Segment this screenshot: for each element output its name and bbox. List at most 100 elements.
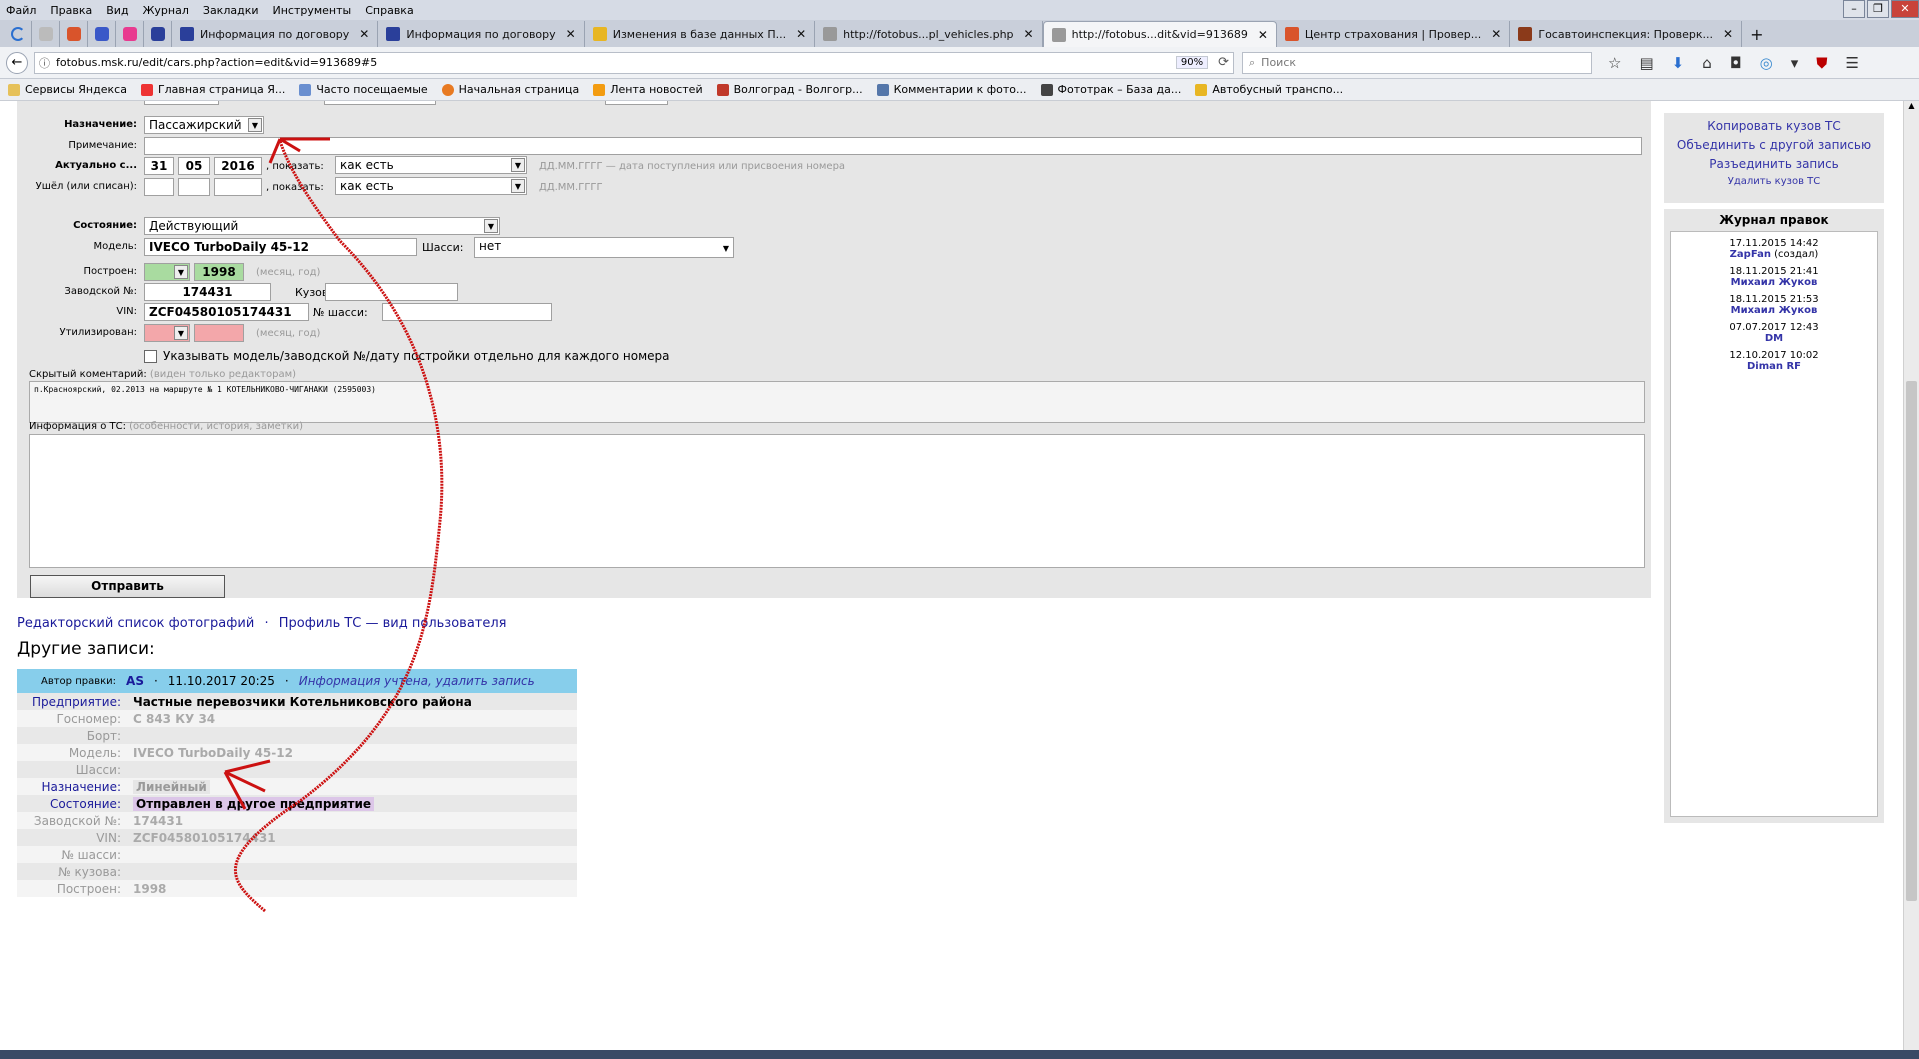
home-icon[interactable]: ⌂ <box>1702 54 1712 72</box>
bookmark-yandex-services[interactable]: Сервисы Яндекса <box>8 83 127 96</box>
tab-gibdd[interactable]: Госавтоинспекция: Проверк... ✕ <box>1510 21 1743 47</box>
utilized-month-select[interactable]: ▼ <box>144 324 190 342</box>
chevron-down-icon: ▼ <box>484 219 498 233</box>
copy-body-link[interactable]: Копировать кузов ТС <box>1664 119 1884 133</box>
purpose-select[interactable]: Пассажирский ▼ <box>144 116 264 134</box>
bookmark-volgograd[interactable]: Волгоград - Волгогр... <box>716 83 863 96</box>
bookmark-comments[interactable]: Комментарии к фото... <box>876 83 1027 96</box>
photo-list-link[interactable]: Редакторский список фотографий <box>17 616 254 631</box>
pinned-tab-6[interactable] <box>144 21 172 47</box>
menu-file[interactable]: Файл <box>6 4 36 17</box>
journal-user-link[interactable]: Diman RF <box>1747 361 1801 372</box>
tab-insurance[interactable]: Центр страхования | Провер... ✕ <box>1277 21 1511 47</box>
note-input[interactable] <box>144 137 1642 155</box>
actual-day-input[interactable]: 31 <box>144 157 174 175</box>
scrollbar-thumb[interactable] <box>1906 381 1917 901</box>
delete-body-link[interactable]: Удалить кузов ТС <box>1664 176 1884 187</box>
chassis-select[interactable]: нет ▼ <box>474 237 734 258</box>
bookmark-frequent[interactable]: Часто посещаемые <box>299 83 428 96</box>
close-tab-icon[interactable]: ✕ <box>1024 27 1034 41</box>
close-tab-icon[interactable]: ✕ <box>796 27 806 41</box>
actual-month-input[interactable]: 05 <box>178 157 210 175</box>
back-button[interactable]: ← <box>6 51 28 74</box>
new-tab-button[interactable]: + <box>1742 21 1771 47</box>
tab-edit-active[interactable]: http://fotobus...dit&vid=913689 ✕ <box>1042 21 1277 47</box>
zoom-indicator[interactable]: 90% <box>1175 56 1209 69</box>
left-year-input[interactable] <box>214 178 262 196</box>
extension-icon[interactable]: ◎ <box>1760 54 1773 72</box>
pocket-icon[interactable]: ◘ <box>1730 54 1742 72</box>
built-month-select[interactable]: ▼ <box>144 263 190 281</box>
menu-tools[interactable]: Инструменты <box>273 4 352 17</box>
journal-user-link[interactable]: Михаил Жуков <box>1731 305 1818 316</box>
page-scrollbar[interactable]: ▲ <box>1903 101 1919 1058</box>
close-window-button[interactable]: ✕ <box>1891 0 1919 18</box>
tab-vehicles[interactable]: http://fotobus...pl_vehicles.php ✕ <box>815 21 1043 47</box>
hidden-comment-textarea[interactable]: п.Красноярский, 02.2013 на маршруте № 1 … <box>29 381 1645 423</box>
submit-button[interactable]: Отправить <box>30 575 225 598</box>
pinned-tab-4[interactable] <box>88 21 116 47</box>
show-select-2[interactable]: как есть ▼ <box>335 177 527 195</box>
menu-history[interactable]: Журнал <box>143 4 189 17</box>
series-field-cut[interactable] <box>605 101 668 105</box>
bookmark-star-icon[interactable]: ☆ <box>1608 54 1621 72</box>
journal-user-link[interactable]: Михаил Жуков <box>1731 277 1818 288</box>
bookmark-yandex-main[interactable]: Главная страница Я... <box>140 83 285 96</box>
bookmark-bus-transport[interactable]: Автобусный транспо... <box>1195 83 1343 96</box>
pinned-tab-5[interactable] <box>116 21 144 47</box>
chassis-no-input[interactable] <box>382 303 552 321</box>
left-month-input[interactable] <box>178 178 210 196</box>
pinned-tab-3[interactable] <box>60 21 88 47</box>
scroll-up-icon[interactable]: ▲ <box>1904 101 1919 110</box>
folder-icon <box>299 83 312 96</box>
close-tab-icon[interactable]: ✕ <box>1491 27 1501 41</box>
maximize-button[interactable]: ❐ <box>1867 0 1889 18</box>
profile-link[interactable]: Профиль ТС — вид пользователя <box>279 616 507 631</box>
url-bar[interactable]: ⓘ fotobus.msk.ru/edit/cars.php?action=ed… <box>34 51 1234 74</box>
tab-contract-2[interactable]: Информация по договору ✕ <box>378 21 585 47</box>
ublock-icon[interactable]: ⛊ <box>1816 54 1827 72</box>
delete-record-link[interactable]: Информация учтена, удалить запись <box>299 674 535 688</box>
menu-bookmarks[interactable]: Закладки <box>203 4 259 17</box>
factory-input[interactable]: 174431 <box>144 283 271 301</box>
vin-input[interactable]: ZCF04580105174431 <box>144 303 309 321</box>
bookmark-start[interactable]: Начальная страница <box>441 83 579 96</box>
bookmark-fototrak[interactable]: Фототрак – База да... <box>1040 83 1181 96</box>
minimize-button[interactable]: – <box>1843 0 1865 18</box>
state-select[interactable]: Действующий ▼ <box>144 217 500 235</box>
built-year-input[interactable]: 1998 <box>194 263 244 281</box>
menu-view[interactable]: Вид <box>106 4 128 17</box>
utilized-year-input[interactable] <box>194 324 244 342</box>
journal-user-link[interactable]: DM <box>1765 333 1783 344</box>
author-link[interactable]: AS <box>126 674 144 688</box>
actual-year-input[interactable]: 2016 <box>214 157 262 175</box>
menu-help[interactable]: Справка <box>365 4 413 17</box>
close-tab-icon[interactable]: ✕ <box>566 27 576 41</box>
journal-user-link[interactable]: ZapFan <box>1730 249 1771 260</box>
model-input[interactable]: IVECO TurboDaily 45-12 <box>144 238 417 256</box>
merge-record-link[interactable]: Объединить с другой записью <box>1664 138 1884 152</box>
left-day-input[interactable] <box>144 178 174 196</box>
search-input[interactable]: ⌕ Поиск <box>1242 51 1592 74</box>
tab-db-changes[interactable]: Изменения в базе данных П... ✕ <box>585 21 816 47</box>
hamburger-menu-icon[interactable]: ☰ <box>1846 54 1859 72</box>
number-field-cut[interactable] <box>144 101 219 105</box>
close-tab-icon[interactable]: ✕ <box>1258 28 1268 42</box>
body-input[interactable] <box>325 283 458 301</box>
close-tab-icon[interactable]: ✕ <box>1723 27 1733 41</box>
show-select-1[interactable]: как есть ▼ <box>335 156 527 174</box>
info-textarea[interactable] <box>29 434 1645 568</box>
reading-list-icon[interactable]: ▤ <box>1639 54 1653 72</box>
menu-edit[interactable]: Правка <box>50 4 92 17</box>
dropdown-icon[interactable]: ▾ <box>1791 54 1799 72</box>
close-tab-icon[interactable]: ✕ <box>359 27 369 41</box>
bookmark-news[interactable]: Лента новостей <box>593 83 703 96</box>
regnum-field-cut[interactable] <box>324 101 436 105</box>
split-record-link[interactable]: Разъединить запись <box>1664 157 1884 171</box>
tab-contract-1[interactable]: Информация по договору ✕ <box>172 21 379 47</box>
download-icon[interactable]: ⬇ <box>1672 54 1685 72</box>
per-number-checkbox[interactable] <box>144 350 157 363</box>
reload-icon[interactable]: ⟳ <box>1218 55 1229 70</box>
pinned-tab-1[interactable] <box>4 21 32 47</box>
pinned-tab-2[interactable] <box>32 21 60 47</box>
